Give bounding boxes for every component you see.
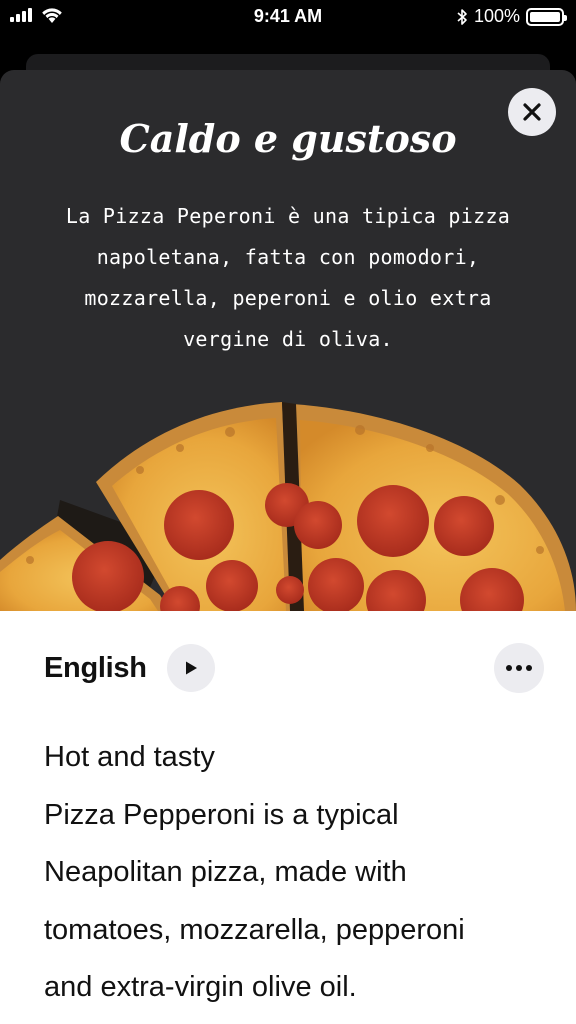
translation-panel: English Hot and tasty Pizza Pepperoni is… xyxy=(0,611,576,1024)
status-bar: 9:41 AM 100% xyxy=(0,0,576,34)
translation-line: Pizza Pepperoni is a typical xyxy=(44,798,399,831)
translation-text: Hot and tasty Pizza Pepperoni is a typic… xyxy=(44,729,546,1017)
pizza-pepperoni-image xyxy=(0,390,576,611)
battery-percent: 100% xyxy=(473,6,520,26)
translation-line: Hot and tasty xyxy=(44,741,215,773)
card-description: La Pizza Peperoni è una tipica pizza nap… xyxy=(65,204,511,351)
bluetooth-icon xyxy=(457,8,467,25)
translation-line: and extra-virgin olive oil. xyxy=(44,971,357,1003)
language-row: English xyxy=(44,643,544,693)
language-label[interactable]: English xyxy=(44,652,147,685)
more-button[interactable] xyxy=(494,643,544,693)
play-icon xyxy=(185,661,197,675)
battery-icon xyxy=(526,7,567,26)
status-right: 100% xyxy=(456,6,567,27)
translation-line: Neapolitan pizza, made with xyxy=(44,856,407,888)
battery-fill xyxy=(530,11,560,22)
dish-card: Caldo e gustoso La Pizza Peperoni è una … xyxy=(0,70,576,1024)
play-button[interactable] xyxy=(166,644,215,692)
translation-line: tomatoes, mozzarella, pepperoni xyxy=(44,913,465,946)
card-title: Caldo e gustoso xyxy=(119,116,457,161)
more-horizontal-icon xyxy=(506,665,512,671)
